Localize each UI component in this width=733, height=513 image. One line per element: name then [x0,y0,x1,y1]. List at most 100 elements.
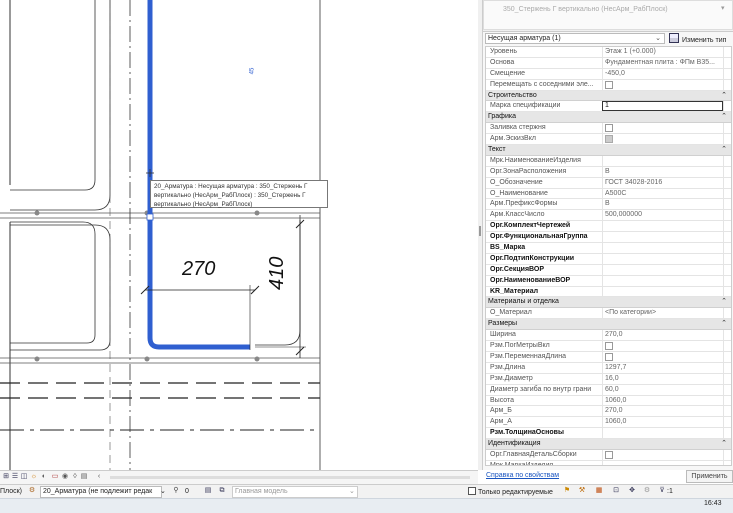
drawing-svg[interactable] [0,0,478,470]
associate-parameter-cell[interactable] [723,221,731,232]
associate-parameter-cell[interactable] [723,395,731,406]
property-row[interactable]: Мрк.НаименованиеИзделия [486,155,731,167]
associate-parameter-cell[interactable] [723,275,731,286]
property-value[interactable] [602,221,722,232]
associate-parameter-cell[interactable] [723,47,731,57]
associate-parameter-cell[interactable] [723,166,731,177]
associate-parameter-cell[interactable] [723,384,731,395]
property-row[interactable]: Рзм.ПеременнаяДлина [486,351,731,363]
scroll-left-icon[interactable]: ‹ [95,473,103,481]
property-row[interactable]: BS_Марка [486,243,731,254]
property-value[interactable]: -450,0 [602,68,722,79]
property-row[interactable]: О_Обозначение ГОСТ 34028-2016 [486,177,731,189]
associate-parameter-cell[interactable] [723,406,731,417]
property-value[interactable]: Фундаментная плита : ФПм В35... [602,57,722,68]
property-checkbox-cell[interactable] [602,123,722,134]
property-group-header[interactable]: Идентификация ⌃ [486,439,731,450]
property-checkbox[interactable] [605,124,613,133]
pinned-icon[interactable]: ▦ [595,487,603,495]
property-row[interactable]: Рзм.Диаметр 16,0 [486,373,731,385]
property-checkbox[interactable] [605,352,613,361]
associate-parameter-cell[interactable] [723,79,731,90]
associate-parameter-cell[interactable] [723,134,731,145]
link-icon[interactable]: ⚑ [563,487,571,495]
properties-help-link[interactable]: Справка по свойствам [486,472,559,479]
associate-parameter-cell[interactable] [723,210,731,221]
associate-parameter-cell[interactable] [723,123,731,134]
property-value[interactable]: 1297,7 [602,362,722,373]
property-value[interactable]: 60,0 [602,384,722,395]
property-value[interactable]: 1060,0 [602,395,722,406]
property-row[interactable]: Орг.ПодтипКонструкции [486,253,731,265]
collapse-icon[interactable]: ⌃ [721,319,727,329]
property-row[interactable]: Рзм.ПогМетрыВкл [486,341,731,352]
property-group-header[interactable]: Материалы и отделка ⌃ [486,297,731,309]
temp-hide-icon[interactable]: ◊ [71,473,79,481]
property-row[interactable]: Заливка стержня [486,123,731,135]
property-row[interactable]: Уровень Этаж 1 (+0.000) [486,47,731,58]
family-selector[interactable]: 20_Арматура (не подлежит редак [40,486,162,498]
property-row[interactable]: Диаметр загиба по внутр грани 60,0 [486,384,731,396]
visual-style-icon[interactable]: ◫ [20,473,28,481]
model-selector[interactable]: Главная модель [232,486,358,498]
property-value[interactable]: 270,0 [602,330,722,341]
hide-icon[interactable]: ◉ [61,473,69,481]
background-process-icon[interactable]: ⚙ [643,487,651,495]
property-row[interactable]: Арм.ЭскизВкл [486,134,731,146]
associate-parameter-cell[interactable] [723,264,731,275]
property-value[interactable]: <По категории> [602,308,722,319]
associate-parameter-cell[interactable] [723,199,731,210]
property-value[interactable]: ГОСТ 34028-2016 [602,177,722,188]
property-value[interactable] [602,264,722,275]
property-row[interactable]: О_Материал <По категории> [486,308,731,320]
property-value[interactable]: А500С [602,188,722,199]
property-group-header[interactable]: Текст ⌃ [486,145,731,156]
associate-parameter-cell[interactable] [723,373,731,384]
apply-button[interactable]: Применить [686,470,733,483]
property-value[interactable]: 500,000000 [602,210,722,221]
associate-parameter-cell[interactable] [723,57,731,68]
property-value[interactable] [602,155,722,166]
associate-parameter-cell[interactable] [723,68,731,79]
design-option-icon[interactable]: ⧉ [218,487,226,495]
associate-parameter-cell[interactable] [723,177,731,188]
associate-parameter-cell[interactable] [723,101,731,112]
shadows-icon[interactable]: ◐ [40,473,48,481]
property-checkbox-cell[interactable] [602,341,722,352]
property-value[interactable]: 1060,0 [602,417,722,428]
property-row[interactable]: Арм.КлассЧисло 500,000000 [486,210,731,222]
drawing-canvas[interactable]: 45 270 410 20_Арматура : Несущая арматур… [0,0,478,470]
associate-parameter-cell[interactable] [723,253,731,264]
chevron-down-icon[interactable]: ⌄ [349,487,355,497]
associate-parameter-cell[interactable] [723,243,731,254]
property-checkbox[interactable] [605,342,613,351]
property-row[interactable]: Рзм.ТолщинаОсновы [486,428,731,440]
dimension-height-label[interactable]: 410 [266,257,289,290]
associate-parameter-cell[interactable] [723,308,731,319]
filter-icon[interactable]: ⊽ [658,487,666,495]
property-value[interactable]: Этаж 1 (+0.000) [602,47,722,57]
crop-icon[interactable]: ▭ [51,473,59,481]
property-checkbox-cell[interactable] [602,134,722,145]
drag-icon[interactable]: ✥ [628,487,636,495]
associate-parameter-cell[interactable] [723,232,731,243]
associate-parameter-cell[interactable] [723,428,731,439]
associate-parameter-cell[interactable] [723,330,731,341]
property-row[interactable]: Орг.ГлавнаяДетальСборки [486,449,731,461]
property-row[interactable]: О_Наименование А500С [486,188,731,200]
property-row[interactable]: Орг.КомплектЧертежей [486,221,731,233]
property-value[interactable] [602,428,722,439]
associate-parameter-cell[interactable] [723,351,731,362]
property-group-header[interactable]: Размеры ⌃ [486,319,731,331]
property-group-header[interactable]: Графика ⌃ [486,112,731,124]
property-checkbox[interactable] [605,80,613,89]
worksets-icon[interactable]: ⚲ [172,487,180,495]
associate-parameter-cell[interactable] [723,341,731,352]
property-row[interactable]: Высота 1060,0 [486,395,731,407]
associate-parameter-cell[interactable] [723,417,731,428]
associate-parameter-cell[interactable] [723,155,731,166]
associate-parameter-cell[interactable] [723,286,731,297]
property-row[interactable]: Орг.ФункциональнаяГруппа [486,232,731,244]
property-value[interactable]: 270,0 [602,406,722,417]
instance-filter-dropdown[interactable]: Несущая арматура (1) ⌄ [485,33,665,44]
